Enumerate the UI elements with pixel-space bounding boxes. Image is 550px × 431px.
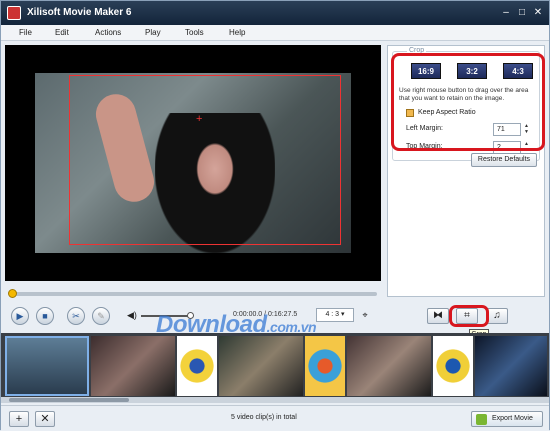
effects-tab-icon[interactable]: ⧓ [427, 308, 449, 324]
play-button[interactable]: ▶ [11, 307, 29, 325]
clip-timeline [1, 333, 549, 401]
timeline-scrollbar[interactable] [1, 397, 549, 403]
crop-tab-highlight-outline [449, 305, 489, 327]
clip-thumbnail[interactable] [219, 336, 303, 396]
export-movie-button[interactable]: Export Movie [471, 411, 543, 427]
restore-defaults-button[interactable]: Restore Defaults [471, 153, 537, 167]
transition-thumbnail[interactable] [305, 336, 345, 396]
status-bar: + ✕ 5 video clip(s) in total Export Movi… [1, 405, 549, 431]
transition-thumbnail[interactable] [177, 336, 217, 396]
menu-help[interactable]: Help [229, 28, 245, 37]
transition-thumbnail[interactable] [433, 336, 473, 396]
timeline-scroll-thumb[interactable] [9, 398, 129, 402]
crop-highlight-outline [391, 53, 545, 151]
music-tab-icon[interactable]: ♫ [486, 308, 508, 324]
snapshot-icon[interactable]: ⌖ [357, 308, 373, 322]
export-icon [476, 414, 487, 425]
trim-button[interactable]: ✎ [92, 307, 110, 325]
add-clip-button[interactable]: + [9, 411, 29, 427]
title-bar: Xilisoft Movie Maker 6 – □ ✕ [1, 1, 549, 25]
seek-bar[interactable] [8, 289, 377, 298]
window-title: Xilisoft Movie Maker 6 [27, 7, 132, 18]
maximize-button[interactable]: □ [515, 7, 529, 19]
seek-handle[interactable] [8, 289, 17, 298]
clip-thumbnail[interactable] [475, 336, 547, 396]
menu-edit[interactable]: Edit [55, 28, 69, 37]
stop-button[interactable]: ■ [36, 307, 54, 325]
split-button[interactable]: ✂ [67, 307, 85, 325]
menu-play[interactable]: Play [145, 28, 161, 37]
minimize-button[interactable]: – [499, 7, 513, 19]
clip-thumbnail[interactable] [5, 336, 89, 396]
aspect-select[interactable]: 4 : 3 ▾ [316, 308, 354, 322]
clip-count: 5 video clip(s) in total [231, 414, 297, 421]
crosshair-icon: + [196, 113, 203, 125]
menu-bar: File Edit Actions Play Tools Help [1, 25, 549, 41]
menu-file[interactable]: File [19, 28, 32, 37]
app-window: Xilisoft Movie Maker 6 – □ ✕ File Edit A… [0, 0, 550, 431]
app-logo-icon [7, 6, 21, 20]
crop-rectangle[interactable] [69, 75, 341, 245]
clip-thumbnail[interactable] [347, 336, 431, 396]
menu-actions[interactable]: Actions [95, 28, 121, 37]
remove-clip-button[interactable]: ✕ [35, 411, 55, 427]
export-label: Export Movie [492, 415, 533, 422]
clip-thumbnail[interactable] [91, 336, 175, 396]
close-button[interactable]: ✕ [531, 7, 545, 19]
volume-icon[interactable]: ◀) [127, 310, 137, 321]
menu-tools[interactable]: Tools [185, 28, 204, 37]
